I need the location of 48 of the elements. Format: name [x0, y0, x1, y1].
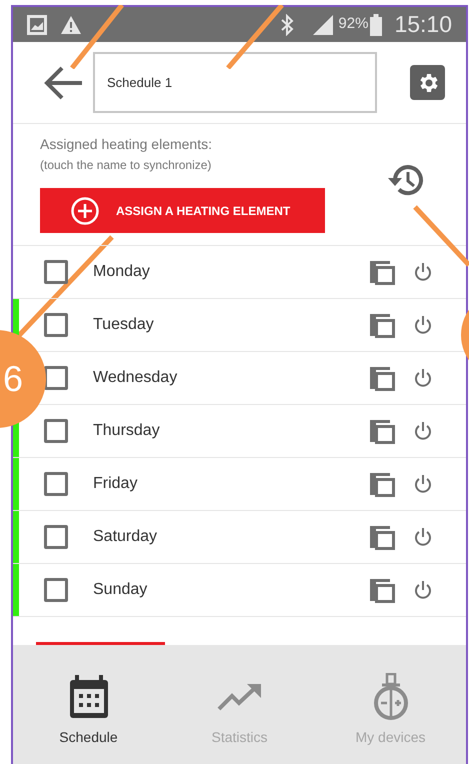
- copy-icon[interactable]: [368, 418, 396, 444]
- day-label[interactable]: Thursday: [93, 419, 160, 443]
- copy-icon[interactable]: [368, 577, 396, 603]
- battery-icon: [370, 14, 382, 36]
- checkbox[interactable]: [44, 472, 68, 496]
- leader-line: [413, 205, 469, 267]
- day-label[interactable]: Friday: [93, 472, 138, 496]
- bluetooth-icon: [280, 14, 294, 36]
- thermostat-device-icon: [372, 673, 410, 721]
- power-icon[interactable]: [414, 474, 432, 494]
- assign-heating-element-button[interactable]: ASSIGN A HEATING ELEMENT: [40, 188, 325, 233]
- checkbox[interactable]: [44, 419, 68, 443]
- power-icon[interactable]: [414, 580, 432, 600]
- day-label[interactable]: Monday: [93, 260, 150, 284]
- callout-number: 6: [2, 357, 23, 401]
- day-label[interactable]: Saturday: [93, 525, 158, 549]
- image-icon: [27, 14, 47, 34]
- plus-circle-icon: [70, 196, 100, 226]
- copy-icon[interactable]: [368, 259, 396, 285]
- settings-button[interactable]: [410, 65, 445, 100]
- power-icon[interactable]: [414, 262, 432, 282]
- copy-icon[interactable]: [368, 524, 396, 550]
- section-title: Assigned heating elements:: [40, 135, 213, 154]
- warning-icon: [60, 14, 82, 34]
- power-icon[interactable]: [414, 421, 432, 441]
- copy-icon[interactable]: [368, 471, 396, 497]
- copy-icon[interactable]: [368, 312, 396, 338]
- clock-time: 15:10: [394, 10, 452, 40]
- day-label[interactable]: Tuesday: [93, 313, 154, 337]
- copy-icon[interactable]: [368, 365, 396, 391]
- day-label[interactable]: Sunday: [93, 578, 148, 602]
- checkbox[interactable]: [44, 525, 68, 549]
- power-icon[interactable]: [414, 527, 432, 547]
- power-icon[interactable]: [414, 368, 432, 388]
- battery-level: 92%: [338, 14, 368, 34]
- checkbox[interactable]: [44, 260, 68, 284]
- power-icon[interactable]: [414, 315, 432, 335]
- leader-line: [70, 5, 124, 69]
- leader-line: [226, 5, 284, 69]
- signal-icon: [312, 14, 334, 36]
- nav-tab[interactable]: Schedule: [13, 645, 164, 764]
- hint-text: (touch the name to synchronize): [40, 157, 212, 174]
- checkbox[interactable]: [44, 578, 68, 602]
- schedule-name-field[interactable]: Schedule 1: [93, 52, 377, 113]
- day-label[interactable]: Wednesday: [93, 366, 178, 390]
- calendar-icon: [68, 675, 108, 719]
- trend-chart-icon: [216, 682, 262, 712]
- checkbox[interactable]: [44, 313, 68, 337]
